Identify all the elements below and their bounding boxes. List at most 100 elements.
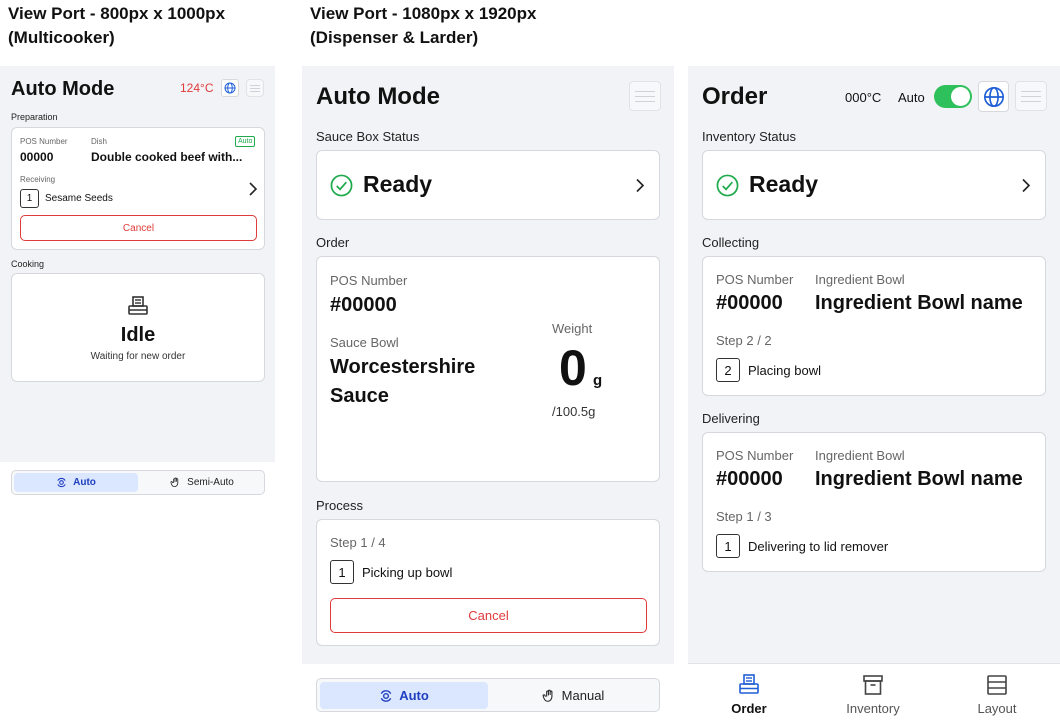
step-action: Delivering to lid remover [748, 539, 889, 554]
delivering-card: POS Number #00000 Ingredient Bowl Ingred… [702, 432, 1046, 572]
order-ticket-icon [128, 296, 148, 315]
pos-number-label: POS Number [716, 272, 794, 287]
collecting-card: POS Number #00000 Ingredient Bowl Ingred… [702, 256, 1046, 396]
nav-item-layout[interactable]: Layout [960, 673, 1034, 716]
weight-label: Weight [552, 321, 593, 336]
auto-toggle[interactable] [934, 85, 972, 108]
dish-value: Double cooked beef with... [91, 150, 243, 164]
cooking-card: Idle Waiting for new order [11, 273, 265, 382]
hand-icon [170, 477, 179, 488]
sauce-box-status-label: Sauce Box Status [316, 129, 420, 144]
receiving-label: Receiving [20, 175, 56, 184]
sauce-status-card[interactable]: Ready [316, 150, 660, 220]
sauce-bowl-label: Sauce Bowl [330, 335, 399, 350]
pos-number-label: POS Number [330, 273, 408, 288]
bottom-nav: Order Inventory Layout [688, 663, 1060, 727]
sauce-name-line-1: Worcestershire [330, 356, 476, 378]
weight-value: 0 [559, 340, 587, 396]
preparation-card: POS Number 00000 Dish Auto Double cooked… [11, 127, 265, 250]
dispenser-panel: Auto Mode Sauce Box Status Ready Order P… [302, 66, 674, 664]
page-title: Auto Mode [316, 83, 440, 110]
menu-button[interactable] [629, 81, 661, 111]
nav-inventory-label: Inventory [846, 701, 900, 716]
cancel-button[interactable]: Cancel [330, 598, 647, 633]
ingredient-bowl-label: Ingredient Bowl [815, 448, 905, 463]
receiving-item: Sesame Seeds [45, 193, 113, 204]
hand-icon [542, 689, 553, 702]
check-circle-icon [330, 174, 353, 197]
nav-layout-label: Layout [977, 701, 1017, 716]
process-card: Step 1 / 4 1 Picking up bowl Cancel [316, 519, 660, 646]
manual-mode-label: Manual [561, 688, 605, 703]
delivering-section-label: Delivering [702, 411, 760, 426]
temperature-readout: 000°C [845, 90, 882, 105]
auto-mode-tab[interactable]: Auto [320, 682, 488, 709]
menu-button[interactable] [246, 79, 264, 97]
multicooker-panel: Auto Mode 124°C Preparation POS Number 0… [0, 66, 275, 462]
page-title: Order [702, 83, 768, 110]
dispenser-viewport-label-1: View Port - 1080px x 1920px [310, 4, 537, 23]
ingredient-bowl-value: Ingredient Bowl name [815, 292, 1023, 314]
order-icon [739, 674, 759, 694]
semi-auto-mode-tab[interactable]: Semi-Auto [140, 473, 264, 492]
auto-mode-tab[interactable]: Auto [14, 473, 138, 492]
inventory-status-card[interactable]: Ready [702, 150, 1046, 220]
pos-number-label: POS Number [716, 448, 794, 463]
step-text: Step 1 / 4 [330, 535, 386, 550]
pos-number-value: #00000 [330, 294, 397, 316]
auto-mode-label: Auto [73, 477, 96, 488]
step-text: Step 2 / 2 [716, 333, 772, 348]
step-qty: 2 [716, 358, 740, 382]
step-text: Step 1 / 3 [716, 509, 772, 524]
weight-unit: g [593, 372, 603, 389]
page-title: Auto Mode [11, 78, 115, 100]
inventory-status-label: Inventory Status [702, 129, 796, 144]
mode-segmented-control: Auto Manual [316, 678, 660, 712]
chevron-right-icon[interactable] [248, 182, 258, 196]
check-circle-icon [716, 174, 739, 197]
auto-toggle-label: Auto [898, 90, 925, 105]
dish-label: Dish [91, 137, 108, 146]
weight-total: /100.5g [552, 404, 596, 419]
sauce-name-line-2: Sauce [330, 385, 389, 407]
nav-item-inventory[interactable]: Inventory [836, 673, 910, 716]
nav-order-label: Order [731, 701, 767, 716]
pos-number-value: 00000 [20, 150, 54, 164]
step-qty: 1 [716, 534, 740, 558]
cooking-section-label: Cooking [11, 259, 45, 269]
process-section-label: Process [316, 498, 363, 513]
multicooker-viewport-label-1: View Port - 800px x 1000px [8, 4, 226, 23]
toggle-knob [951, 87, 970, 106]
auto-mode-icon [380, 689, 392, 702]
dispenser-viewport-label-2: (Dispenser & Larder) [310, 28, 479, 47]
inventory-icon [863, 675, 883, 695]
temperature-readout: 124°C [180, 81, 214, 95]
order-card: POS Number #00000 Sauce Bowl Worcestersh… [316, 256, 660, 482]
idle-title: Idle [120, 324, 156, 346]
manual-mode-tab[interactable]: Manual [489, 682, 657, 709]
nav-item-order[interactable]: Order [712, 673, 786, 716]
language-button[interactable] [978, 81, 1009, 112]
globe-icon [224, 82, 236, 94]
chevron-right-icon [1022, 178, 1031, 193]
step-action: Placing bowl [748, 363, 821, 378]
step-action: Picking up bowl [362, 565, 453, 580]
collecting-section-label: Collecting [702, 235, 760, 250]
order-section-label: Order [316, 235, 350, 250]
larder-panel: Order 000°C Auto Inventory Status Ready … [688, 66, 1060, 727]
pos-number-label: POS Number [20, 137, 68, 146]
language-button[interactable] [221, 79, 239, 97]
cancel-button[interactable]: Cancel [20, 215, 257, 241]
chevron-right-icon [636, 178, 645, 193]
ready-status-text: Ready [749, 171, 819, 197]
auto-mode-icon [57, 477, 66, 488]
semi-auto-mode-label: Semi-Auto [187, 477, 234, 488]
ingredient-bowl-label: Ingredient Bowl [815, 272, 905, 287]
idle-subtitle: Waiting for new order [90, 351, 186, 362]
receiving-qty: 1 [20, 189, 39, 208]
multicooker-viewport-label-2: (Multicooker) [8, 28, 115, 47]
ready-status-text: Ready [363, 171, 433, 197]
menu-button[interactable] [1015, 81, 1047, 111]
pos-number-value: #00000 [716, 292, 783, 314]
layout-icon [987, 675, 1007, 695]
